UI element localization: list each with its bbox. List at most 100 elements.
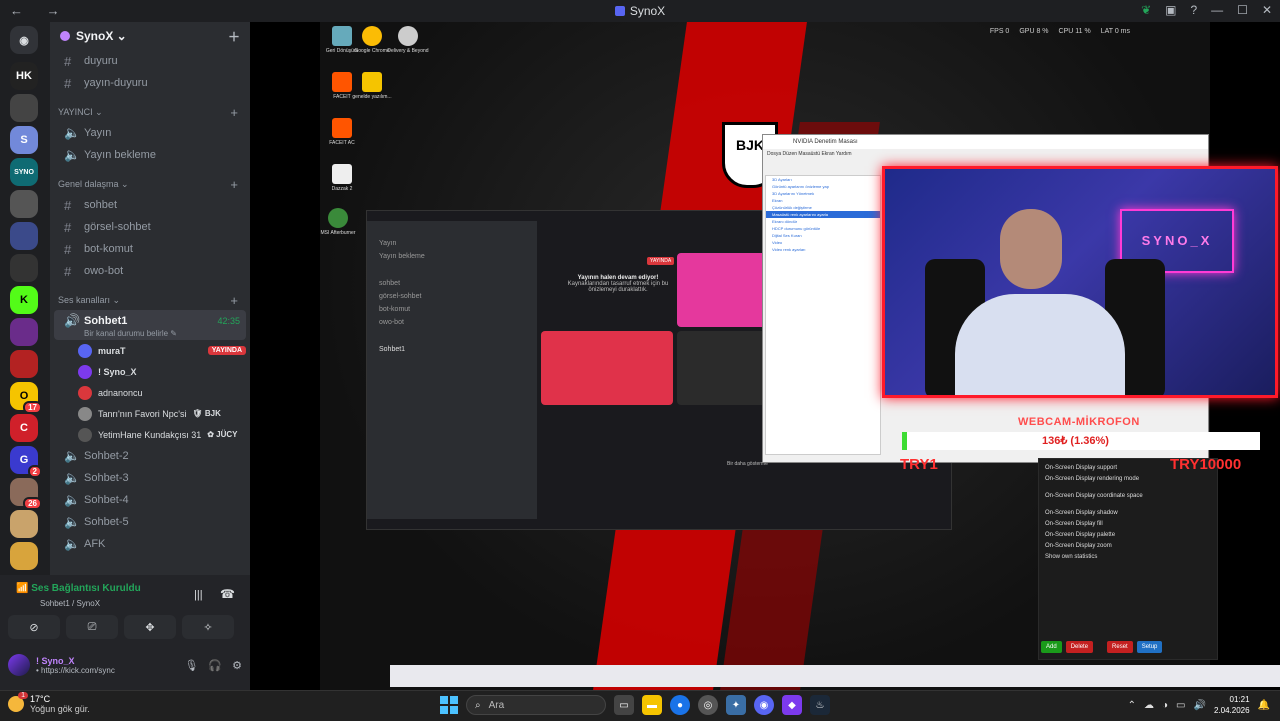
voice-connection-panel: 📶 Ses Bağlantısı Kuruldu Sohbet1 / SynoX…: [0, 575, 250, 690]
server-icon[interactable]: [10, 510, 38, 538]
server-icon-kick[interactable]: K: [10, 286, 38, 314]
microphone-icon[interactable]: 🎙: [184, 659, 198, 672]
camera-button[interactable]: ⊘: [8, 615, 60, 639]
app-icon[interactable]: ◎: [698, 695, 718, 715]
channel-duyuru[interactable]: # duyuru: [54, 50, 246, 72]
server-header[interactable]: SynoX ⌄ ＋: [50, 22, 250, 50]
voice-channel[interactable]: 🔈 Sohbet-4: [54, 489, 246, 511]
window-title: SynoX: [0, 4, 1280, 18]
taskbar-search[interactable]: ⌕ Ara: [466, 695, 606, 715]
app-icon[interactable]: ✦: [726, 695, 746, 715]
voice-connected-status[interactable]: 📶 Ses Bağlantısı Kuruldu: [16, 583, 141, 594]
voice-channel[interactable]: 🔈 AFK: [54, 533, 246, 555]
stream-view[interactable]: Geri Dönüşüm Google Chrome Delivery & Be…: [250, 22, 1280, 690]
server-icon[interactable]: 26: [10, 478, 42, 510]
channel-sohbet[interactable]: # sohbet: [54, 194, 246, 216]
server-icon[interactable]: O 17: [10, 382, 42, 414]
headphones-icon[interactable]: 🎧: [208, 659, 222, 672]
help-icon[interactable]: ?: [1190, 3, 1197, 17]
voice-channel[interactable]: 🔈 Sohbet-2: [54, 445, 246, 467]
start-button-icon[interactable]: [440, 696, 458, 714]
channel-yayin[interactable]: 🔈 Yayın: [54, 122, 246, 144]
network-icon[interactable]: ▭: [1176, 700, 1185, 711]
server-icon-hk[interactable]: HK: [10, 62, 38, 90]
screen-share-button[interactable]: ⎚: [66, 615, 118, 639]
gpu-readout: GPU 8 %: [1019, 28, 1049, 35]
notifications-icon[interactable]: 🔔: [1258, 700, 1270, 711]
hash-icon: #: [64, 263, 72, 279]
minimize-icon[interactable]: —: [1211, 3, 1223, 17]
channel-bot-komut[interactable]: # bot-komut: [54, 238, 246, 260]
voice-user[interactable]: Tanrı'nın Favori Npc'si 🛡 BJK: [50, 403, 250, 424]
channel-yayin-duyuru[interactable]: # yayın-duyuru: [54, 72, 246, 94]
server-icon[interactable]: [10, 542, 38, 570]
taskbar-clock[interactable]: 01:21 2.04.2026: [1214, 694, 1250, 716]
nvidia-tree-item: Ekran: [772, 198, 783, 203]
server-icon[interactable]: [10, 94, 38, 122]
avatar[interactable]: [8, 654, 30, 676]
inner-channel: görsel-sohbet: [379, 293, 422, 300]
nvidia-tree-item: Video renk ayarları: [772, 247, 806, 252]
voice-user[interactable]: muraT YAYINDA: [50, 340, 250, 361]
desktop-icon: FACEIT AC: [320, 118, 364, 146]
task-view-icon[interactable]: ▭: [614, 695, 634, 715]
noise-suppression-icon[interactable]: |||: [194, 589, 203, 601]
channel-yayin-bekleme[interactable]: 🔈 Yayın bekleme: [54, 144, 246, 166]
tray-chevron-icon[interactable]: ⌃: [1128, 700, 1136, 711]
osd-reset-button: Reset: [1107, 641, 1133, 653]
activities-button[interactable]: ✥: [124, 615, 176, 639]
desktop-icon: genelde yazılım...: [350, 72, 394, 100]
app-icon[interactable]: ◆: [782, 695, 802, 715]
window-titlebar: ← → SynoX ❦ ▣ ? — ☐ ✕: [0, 0, 1280, 22]
add-channel-icon[interactable]: +: [230, 105, 238, 120]
voice-channel[interactable]: 🔈 Sohbet-3: [54, 467, 246, 489]
signal-icon: 📶: [16, 583, 32, 594]
soundboard-button[interactable]: ✧: [182, 615, 234, 639]
hash-icon: #: [64, 75, 72, 91]
invite-user-icon[interactable]: ＋: [228, 28, 240, 45]
voice-status[interactable]: Bir kanal durumu belirle ✎: [84, 329, 177, 338]
channel-owo-bot[interactable]: # owo-bot: [54, 260, 246, 282]
server-icon[interactable]: [10, 254, 38, 282]
osd-add-button: Add: [1041, 641, 1062, 653]
server-icon[interactable]: [10, 222, 38, 250]
voice-channel[interactable]: 🔈 Sohbet-5: [54, 511, 246, 533]
category-yayinci[interactable]: YAYINCI ⌄ +: [50, 102, 250, 122]
volume-icon[interactable]: 🔊: [1194, 700, 1206, 711]
disconnect-icon[interactable]: ☎: [220, 587, 235, 601]
server-icon-synox[interactable]: SYNO: [10, 158, 38, 186]
voice-channel-active[interactable]: 🔊 Sohbet1 42:35 Bir kanal durumu belirle ✎: [54, 310, 246, 340]
file-explorer-icon[interactable]: ▬: [642, 695, 662, 715]
add-channel-icon[interactable]: +: [230, 177, 238, 192]
inner-sidebar: Yayın Yayın bekleme sohbet görsel-sohbet…: [367, 221, 537, 519]
weather-widget[interactable]: 1 17°C Yoğun gök gür.: [8, 692, 90, 714]
onedrive-icon[interactable]: ☁: [1144, 700, 1154, 711]
discord-icon[interactable]: ◉: [754, 695, 774, 715]
add-channel-icon[interactable]: +: [230, 293, 238, 308]
server-icon[interactable]: [10, 190, 38, 218]
category-genel-dalasma[interactable]: Genel dalaşma ⌄ +: [50, 174, 250, 194]
server-icon[interactable]: [10, 350, 38, 378]
chrome-icon[interactable]: ●: [670, 695, 690, 715]
voice-user[interactable]: ! Syno_X: [50, 361, 250, 382]
server-icon[interactable]: [10, 318, 38, 346]
channel-label: AFK: [84, 538, 106, 550]
server-icon[interactable]: S: [10, 126, 38, 154]
voice-user[interactable]: adnanoncu: [50, 382, 250, 403]
app-tray-icon[interactable]: ◑: [1162, 700, 1168, 711]
server-icon[interactable]: C: [10, 414, 38, 442]
steam-icon[interactable]: ♨: [810, 695, 830, 715]
inner-msg-body: Kaynaklarından tasarruf etmek için bu ön…: [567, 281, 669, 293]
channel-gorsel-sohbet[interactable]: # görsel-sohbet: [54, 216, 246, 238]
close-icon[interactable]: ✕: [1262, 3, 1272, 17]
leaf-icon[interactable]: ❦: [1141, 3, 1151, 17]
inbox-icon[interactable]: ▣: [1165, 3, 1176, 17]
discord-home-icon[interactable]: ◉: [10, 26, 38, 54]
settings-gear-icon[interactable]: ⚙: [232, 659, 242, 672]
voice-user[interactable]: YetimHane Kundakçısı 31 ✿ JÜCY: [50, 424, 250, 445]
system-tray: ⌃ ☁ ◑ ▭ 🔊 01:21 2.04.2026 🔔: [1128, 694, 1270, 716]
server-icon[interactable]: G2: [10, 446, 42, 478]
nvidia-title: NVIDIA Denetim Masası: [763, 135, 1208, 149]
maximize-icon[interactable]: ☐: [1237, 3, 1248, 17]
category-ses-kanallari[interactable]: Ses kanalları ⌄ +: [50, 290, 250, 310]
